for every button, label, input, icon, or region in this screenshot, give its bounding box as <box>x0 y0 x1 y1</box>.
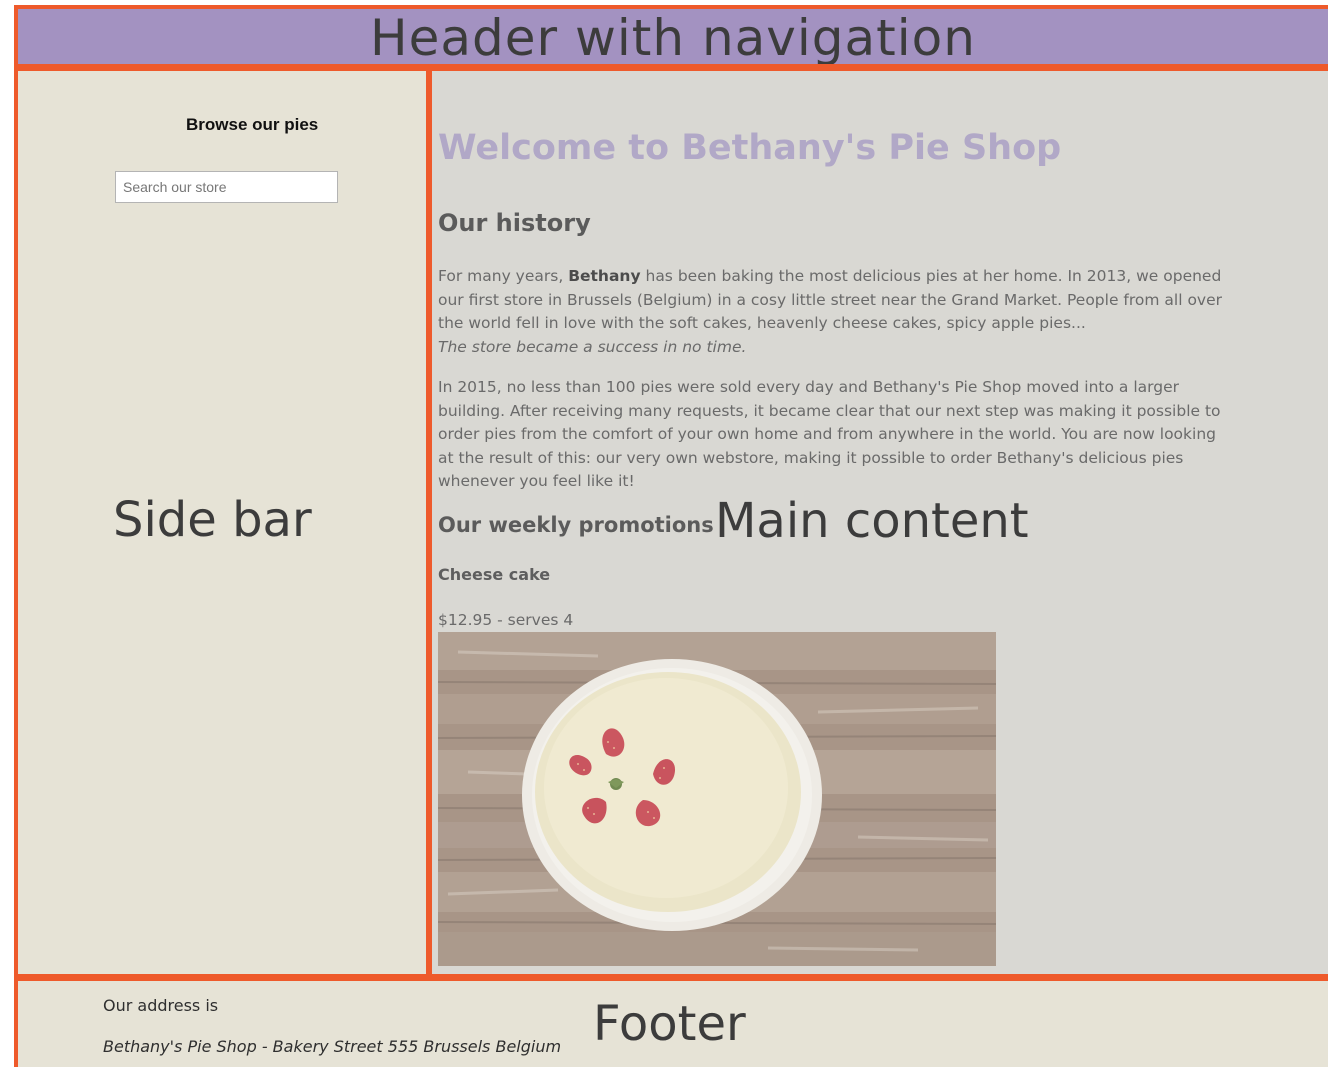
page: Header with navigation Browse our pies S… <box>0 0 1328 1067</box>
main-region-label: Main content <box>715 493 1029 549</box>
footer-region-label: Footer <box>593 996 746 1052</box>
history-bold-name: Bethany <box>568 267 641 285</box>
frame-sidebar-divider <box>426 64 432 981</box>
cheesecake-image <box>438 632 996 966</box>
history-heading: Our history <box>438 209 591 237</box>
history-paragraph-1: For many years, Bethany has been baking … <box>438 265 1224 359</box>
header-region-label: Header with navigation <box>370 8 976 67</box>
address-label: Our address is <box>103 996 219 1015</box>
footer-address: Bethany's Pie Shop - Bakery Street 555 B… <box>103 1037 562 1056</box>
sidebar-title: Browse our pies <box>186 115 319 134</box>
frame-footer-top-line <box>14 974 1328 981</box>
product-price: $12.95 - serves 4 <box>438 611 574 629</box>
page-title: Welcome to Bethany's Pie Shop <box>438 128 1062 168</box>
promotions-heading: Our weekly promotions <box>438 513 714 537</box>
frame-left-line <box>14 5 18 1067</box>
history-italic-line: The store became a success in no time. <box>438 337 747 356</box>
header: Header with navigation <box>18 9 1328 64</box>
history-text-start: For many years, <box>438 267 569 285</box>
frame-header-bottom-line <box>14 64 1328 71</box>
search-input[interactable] <box>115 171 338 203</box>
sidebar-region-label: Side bar <box>113 492 312 548</box>
frame-top-line <box>14 5 1328 9</box>
product-name: Cheese cake <box>438 565 551 584</box>
history-paragraph-2: In 2015, no less than 100 pies were sold… <box>438 378 1221 490</box>
